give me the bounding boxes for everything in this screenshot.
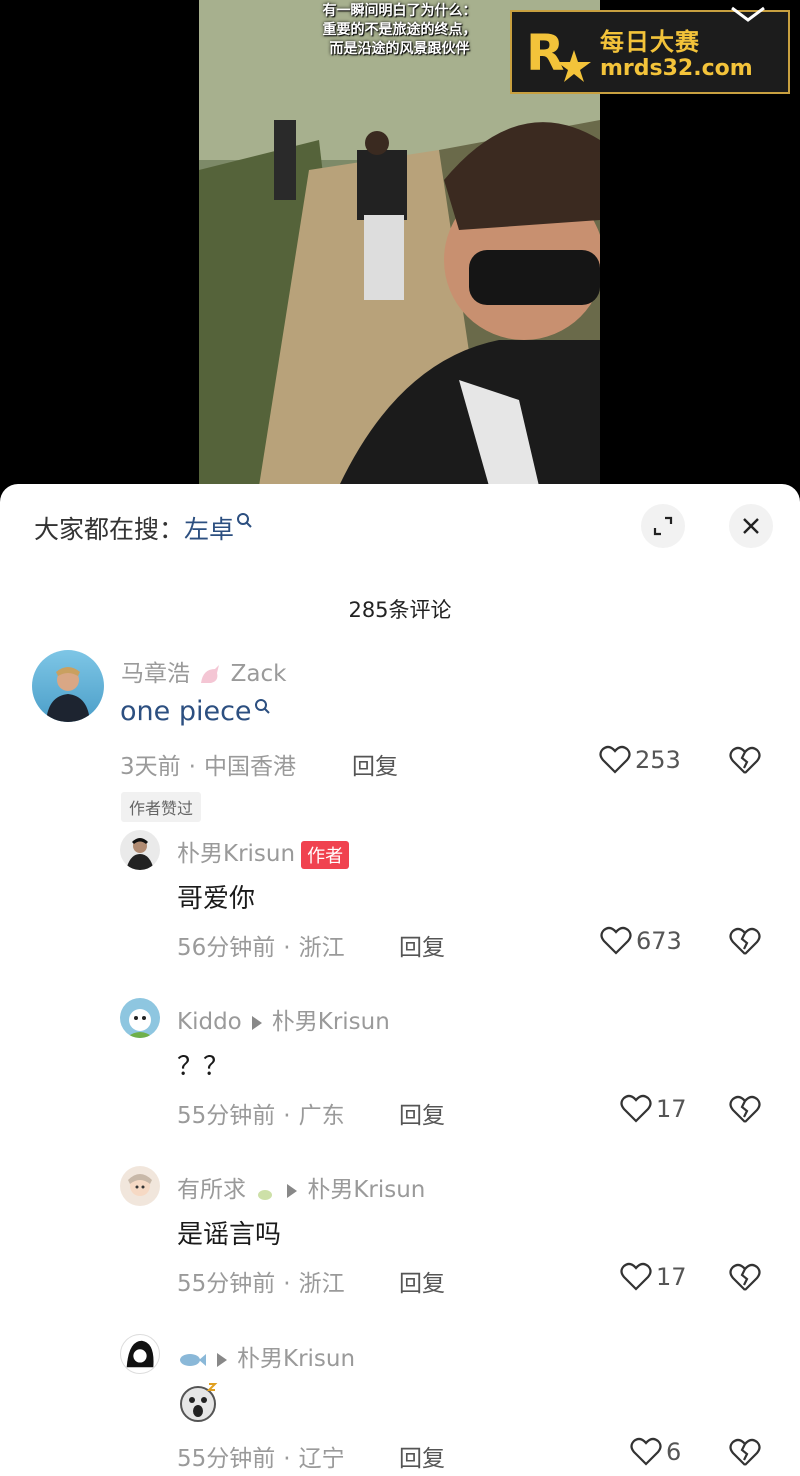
reply-meta: 55分钟前 · 辽宁 — [177, 1446, 345, 1472]
author-liked-badge: 作者赞过 — [121, 792, 202, 822]
like-count: 17 — [656, 1095, 687, 1123]
search-icon — [254, 699, 270, 714]
watermark-url: mrds32.com — [600, 56, 753, 81]
video-chevron-icon[interactable] — [728, 0, 768, 24]
heart-icon — [630, 1437, 662, 1466]
comment-meta: 3天前 · 中国香港 — [120, 754, 296, 780]
watermark-title: 每日大赛 — [600, 28, 700, 56]
expand-button[interactable] — [641, 504, 685, 548]
comment-sheet: 大家都在搜：左卓 285条评论 马章浩 Zack one piece 3天前 ·… — [0, 484, 800, 1476]
reply-button[interactable]: 回复 — [399, 1439, 445, 1473]
broken-heart-icon[interactable] — [729, 1095, 761, 1125]
svg-text:R: R — [526, 24, 565, 82]
comment-count: 285条评论 — [348, 598, 452, 622]
reply-meta: 55分钟前 · 广东 — [177, 1103, 345, 1129]
reply-button[interactable]: 回复 — [399, 1096, 445, 1130]
reply-button[interactable]: 回复 — [399, 928, 445, 962]
author-tag: 作者 — [301, 840, 350, 869]
reply-meta: 55分钟前 · 浙江 — [177, 1271, 345, 1297]
avatar[interactable] — [120, 998, 160, 1038]
reply-text: ？？ — [177, 1052, 230, 1082]
like-count: 6 — [666, 1438, 682, 1466]
shocked-face-emoji-icon — [180, 1383, 218, 1422]
reply-to-arrow-icon — [287, 1183, 298, 1198]
avatar[interactable] — [120, 1166, 160, 1206]
video-player[interactable]: 有一瞬间明白了为什么： 重要的不是旅途的终点， 而是沿途的风景跟伙伴 R 每日大… — [0, 0, 800, 500]
like-button[interactable]: 673 — [600, 926, 682, 956]
heart-icon — [599, 745, 631, 774]
reply-text: 是谣言吗 — [177, 1220, 282, 1250]
close-button[interactable] — [729, 504, 773, 548]
heart-icon — [620, 1094, 652, 1123]
reply-to-arrow-icon — [251, 1015, 262, 1030]
avatar[interactable] — [120, 830, 160, 870]
comment-text-link[interactable]: one piece — [120, 696, 270, 727]
search-prefix: 大家都在搜： — [34, 515, 185, 544]
leaf-emoji-icon — [258, 1189, 273, 1200]
reply-button[interactable]: 回复 — [352, 747, 398, 781]
search-term-link[interactable]: 左卓 — [184, 515, 234, 544]
like-button[interactable]: 253 — [599, 745, 681, 775]
avatar-portrait — [46, 667, 90, 722]
like-button[interactable]: 6 — [630, 1437, 681, 1467]
reply-username[interactable]: 有所求 朴男Krisun — [177, 1170, 425, 1204]
reply-username[interactable]: 朴男Krisun — [177, 1339, 355, 1373]
avatar[interactable] — [120, 1334, 160, 1374]
broken-heart-icon[interactable] — [729, 1263, 761, 1293]
fish-emoji-icon — [180, 1353, 206, 1366]
avatar[interactable] — [32, 650, 104, 722]
expand-icon — [653, 516, 673, 536]
broken-heart-icon[interactable] — [729, 927, 761, 957]
reply-to-arrow-icon — [217, 1352, 227, 1367]
like-count: 253 — [635, 746, 681, 774]
reply-username[interactable]: Kiddo 朴男Krisun — [177, 1002, 390, 1036]
watermark-r-star-icon: R — [526, 24, 591, 82]
like-button[interactable]: 17 — [620, 1094, 687, 1124]
reply-username[interactable]: 朴男Krisun 作者 — [177, 834, 350, 869]
reply-button[interactable]: 回复 — [399, 1264, 445, 1298]
close-icon — [743, 518, 759, 534]
like-count: 17 — [656, 1263, 687, 1291]
unicorn-emoji-icon — [201, 664, 220, 683]
like-button[interactable]: 17 — [620, 1262, 687, 1292]
search-icon — [237, 513, 252, 528]
heart-icon — [600, 926, 632, 955]
trending-search[interactable]: 大家都在搜：左卓 — [34, 510, 252, 546]
broken-heart-icon[interactable] — [729, 746, 761, 776]
broken-heart-icon[interactable] — [729, 1438, 761, 1468]
heart-icon — [620, 1262, 652, 1291]
reply-text: 哥爱你 — [177, 884, 256, 914]
reply-meta: 56分钟前 · 浙江 — [177, 935, 345, 961]
like-count: 673 — [636, 927, 682, 955]
comment-username[interactable]: 马章浩 Zack — [121, 654, 286, 688]
